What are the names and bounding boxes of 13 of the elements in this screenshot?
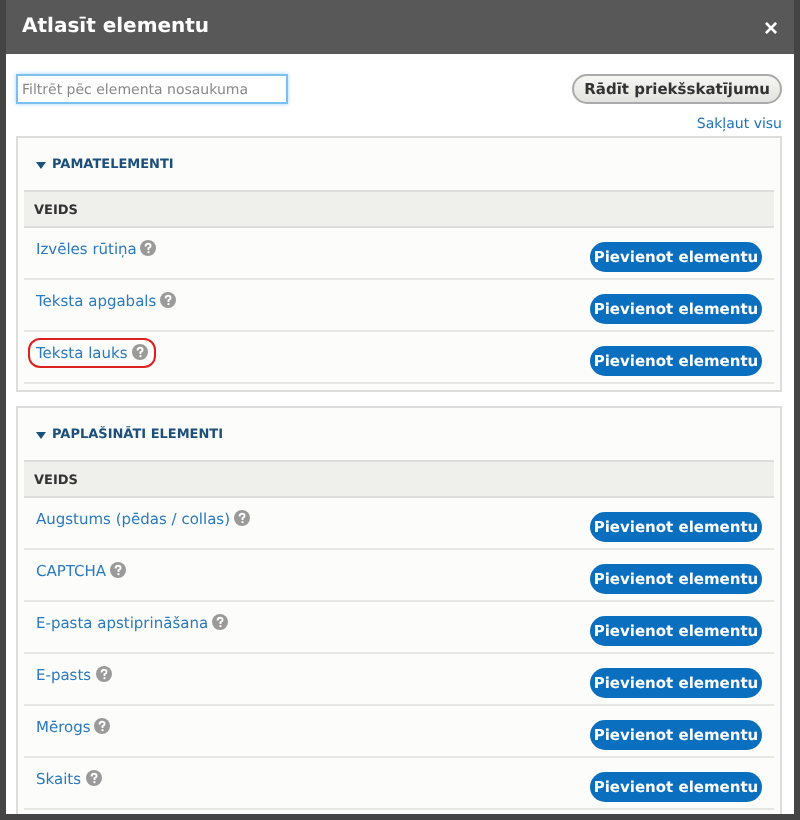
help-icon[interactable] xyxy=(110,562,127,578)
help-icon[interactable] xyxy=(212,614,229,630)
caret-down-icon xyxy=(36,159,46,169)
close-button[interactable]: × xyxy=(763,13,778,41)
help-icon[interactable] xyxy=(160,292,177,308)
help-icon[interactable] xyxy=(94,718,111,734)
window-title: Atlasīt elementu xyxy=(22,16,210,38)
help-icon[interactable] xyxy=(85,770,101,786)
help-icon[interactable] xyxy=(131,344,148,360)
help-icon[interactable] xyxy=(140,240,157,256)
help-icon[interactable] xyxy=(234,510,251,526)
help-icon[interactable] xyxy=(95,666,112,682)
caret-down-icon xyxy=(36,429,46,439)
